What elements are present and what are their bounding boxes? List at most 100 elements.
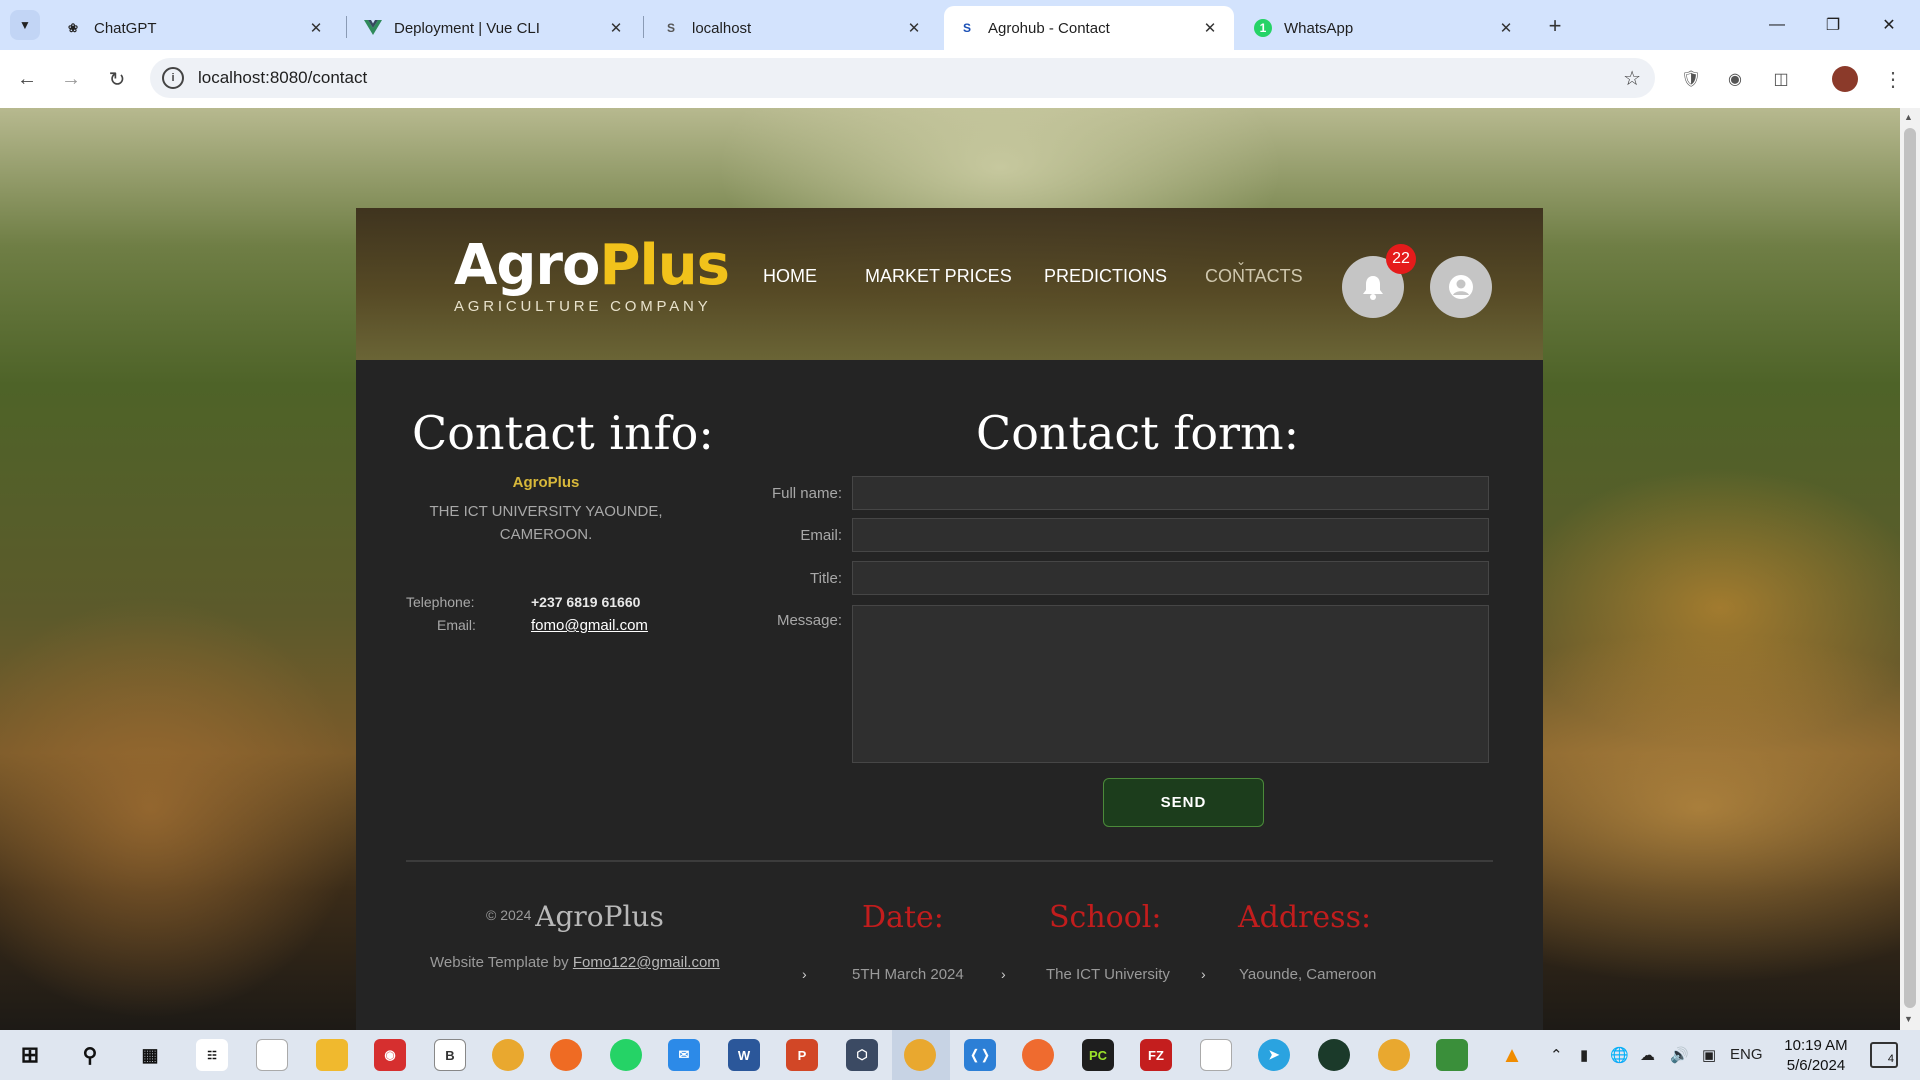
site-logo[interactable]: AgroPlus AGRICULTURE COMPANY (454, 238, 730, 316)
whatsapp-icon[interactable] (610, 1039, 642, 1071)
logo-part-plus: Plus (599, 233, 730, 298)
firefox-icon[interactable] (550, 1039, 582, 1071)
tab-vue-cli[interactable]: Deployment | Vue CLI ✕ (350, 6, 640, 50)
close-icon[interactable]: ✕ (1496, 18, 1516, 38)
copyright-year: © 2024 (486, 907, 532, 924)
tab-title: ChatGPT (94, 19, 157, 37)
close-icon[interactable]: ✕ (1200, 18, 1220, 38)
chrome-profile-icon[interactable] (904, 1039, 936, 1071)
display-icon[interactable]: ▣ (1702, 1046, 1716, 1064)
close-window-button[interactable]: ✕ (1866, 8, 1912, 42)
word-icon[interactable]: W (728, 1039, 760, 1071)
vm-app-icon[interactable]: ⬡ (846, 1039, 878, 1071)
shield-extension-icon[interactable]: 🛡 (1678, 66, 1704, 92)
powerpoint-icon[interactable]: P (786, 1039, 818, 1071)
footer-school-value: The ICT University (1046, 966, 1170, 983)
scroll-up-icon[interactable]: ▲ (1904, 112, 1913, 122)
telegram-icon[interactable]: ➤ (1258, 1039, 1290, 1071)
chrome-alt-icon[interactable] (1378, 1039, 1410, 1071)
site-info-icon[interactable]: i (162, 67, 184, 89)
vlc-icon[interactable]: ▲ (1496, 1039, 1528, 1071)
nav-market-prices[interactable]: MARKET PRICES (865, 266, 1012, 287)
notepad-icon[interactable] (256, 1039, 288, 1071)
reload-icon[interactable]: ↻ (102, 64, 132, 94)
message-textarea[interactable] (852, 605, 1489, 763)
extension-icon[interactable]: ◉ (1722, 66, 1748, 92)
windows-start-icon[interactable]: ⊞ (14, 1039, 46, 1071)
scrollbar-thumb[interactable] (1904, 128, 1916, 1008)
app-icon[interactable]: ☷ (196, 1039, 228, 1071)
new-tab-button[interactable]: + (1542, 13, 1568, 39)
browser-tab-strip: ▼ ❀ ChatGPT ✕ Deployment | Vue CLI ✕ S l… (0, 0, 1920, 50)
s-icon: S (962, 21, 971, 35)
colorful-app-icon[interactable] (1436, 1039, 1468, 1071)
filezilla-icon[interactable]: FZ (1140, 1039, 1172, 1071)
chevron-right-icon: › (802, 966, 807, 982)
minimize-button[interactable]: — (1754, 8, 1800, 42)
bookmark-star-icon[interactable]: ☆ (1623, 66, 1641, 91)
user-circle-icon (1449, 275, 1473, 299)
chatgpt-icon: ❀ (67, 21, 79, 35)
site-header: AgroPlus AGRICULTURE COMPANY HOME MARKET… (356, 208, 1543, 360)
chevron-right-icon: › (1201, 966, 1206, 982)
close-icon[interactable]: ✕ (306, 18, 326, 38)
account-button[interactable] (1430, 256, 1492, 318)
full-name-input[interactable] (852, 476, 1489, 510)
tab-localhost[interactable]: S localhost ✕ (648, 6, 938, 50)
mongodb-icon[interactable] (1318, 1039, 1350, 1071)
email-field[interactable] (852, 518, 1489, 552)
nav-predictions[interactable]: PREDICTIONS (1044, 266, 1167, 287)
battery-icon[interactable]: ▮ (1580, 1046, 1588, 1064)
tab-agrohub-contact[interactable]: S Agrohub - Contact ✕ (944, 6, 1234, 50)
chevron-up-icon[interactable]: ⌃ (1550, 1046, 1563, 1064)
task-view-icon[interactable]: ▦ (134, 1039, 166, 1071)
chrome-icon[interactable] (492, 1039, 524, 1071)
template-prefix: Website Template by (430, 954, 569, 971)
close-icon[interactable]: ✕ (606, 18, 626, 38)
tab-chatgpt[interactable]: ❀ ChatGPT ✕ (50, 6, 340, 50)
tab-title: Deployment | Vue CLI (394, 19, 540, 37)
tab-search-button[interactable]: ▼ (10, 10, 40, 40)
restore-button[interactable]: ❐ (1810, 8, 1856, 42)
title-input[interactable] (852, 561, 1489, 595)
puzzle-extensions-icon[interactable]: ◫ (1768, 66, 1794, 92)
search-icon[interactable]: ⚲ (74, 1039, 106, 1071)
language-indicator[interactable]: ENG (1730, 1046, 1763, 1063)
postman-icon[interactable] (1022, 1039, 1054, 1071)
notification-center-icon[interactable]: 4 (1870, 1042, 1898, 1068)
page-scrollbar[interactable]: ▲ ▼ (1900, 108, 1920, 1030)
volume-icon[interactable]: 🔊 (1670, 1046, 1689, 1064)
close-icon[interactable]: ✕ (904, 18, 924, 38)
forward-arrow-icon[interactable]: → (56, 64, 86, 94)
system-clock[interactable]: 10:19 AM 5/6/2024 (1770, 1036, 1862, 1076)
back-arrow-icon[interactable]: ← (12, 64, 42, 94)
tab-whatsapp[interactable]: 1 WhatsApp ✕ (1240, 6, 1530, 50)
tab-title: Agrohub - Contact (988, 19, 1110, 37)
title-label: Title: (810, 570, 842, 587)
nav-contacts[interactable]: CONTACTS (1205, 266, 1303, 287)
tab-separator (643, 16, 644, 38)
file-explorer-icon[interactable] (316, 1039, 348, 1071)
send-button[interactable]: SEND (1103, 778, 1264, 827)
mail-icon[interactable]: ✉ (668, 1039, 700, 1071)
email-link[interactable]: fomo@gmail.com (531, 617, 648, 634)
kebab-menu-icon[interactable]: ⋮ (1880, 66, 1906, 92)
document-icon[interactable] (1200, 1039, 1232, 1071)
url-text[interactable]: localhost:8080/contact (198, 68, 367, 88)
globe-icon[interactable]: 🌐 (1610, 1046, 1629, 1064)
media-app-icon[interactable]: ◉ (374, 1039, 406, 1071)
telephone-value: +237 6819 61660 (531, 594, 641, 610)
app-b-icon[interactable]: B (434, 1039, 466, 1071)
vscode-icon[interactable]: ❬❭ (964, 1039, 996, 1071)
address-bar[interactable]: i localhost:8080/contact ☆ (150, 58, 1655, 98)
profile-avatar-icon[interactable] (1832, 66, 1858, 92)
contact-section: Contact info: AgroPlus THE ICT UNIVERSIT… (356, 360, 1543, 1030)
scroll-down-icon[interactable]: ▼ (1904, 1014, 1913, 1024)
template-author-link[interactable]: Fomo122@gmail.com (573, 954, 720, 971)
nav-home[interactable]: HOME (763, 266, 817, 287)
vue-icon (364, 19, 382, 37)
pycharm-icon[interactable]: PC (1082, 1039, 1114, 1071)
footer-template-credit: Website Template by Fomo122@gmail.com (430, 954, 720, 971)
footer-school-heading: School: (1049, 900, 1162, 935)
cloud-icon[interactable]: ☁ (1640, 1046, 1655, 1064)
